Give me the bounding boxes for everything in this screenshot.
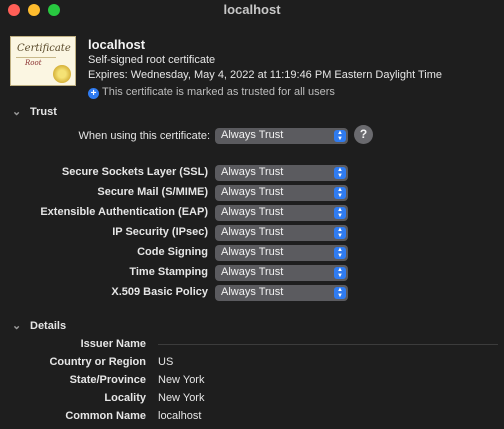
- detail-value: US: [158, 356, 174, 368]
- detail-value: localhost: [158, 410, 202, 422]
- trust-label: Time Stamping: [129, 266, 208, 278]
- up-down-arrows-icon: ▲ ▼: [334, 247, 346, 259]
- title-bar: localhost: [0, 0, 504, 18]
- trusted-note: + This certificate is marked as trusted f…: [88, 86, 335, 99]
- chevron-down-icon: ⌄: [12, 106, 22, 118]
- trust-popup[interactable]: Always Trust ▲ ▼: [215, 225, 348, 241]
- plus-circle-icon: +: [88, 88, 99, 99]
- up-down-arrows-icon: ▲ ▼: [334, 287, 346, 299]
- help-button[interactable]: ?: [354, 125, 373, 144]
- detail-label: Country or Region: [49, 356, 146, 368]
- detail-label: Locality: [104, 392, 146, 404]
- detail-label: State/Province: [69, 374, 146, 386]
- trust-label: Code Signing: [137, 246, 208, 258]
- when-using-popup[interactable]: Always Trust ▲ ▼: [215, 128, 348, 144]
- window-title: localhost: [223, 2, 281, 17]
- trust-popup[interactable]: Always Trust ▲ ▼: [215, 285, 348, 301]
- detail-label: Issuer Name: [80, 338, 146, 350]
- trust-popup[interactable]: Always Trust ▲ ▼: [215, 205, 348, 221]
- details-divider: [158, 344, 498, 345]
- certificate-name: localhost: [88, 37, 146, 52]
- up-down-arrows-icon: ▲ ▼: [334, 130, 346, 142]
- trust-label: Secure Mail (S/MIME): [97, 186, 208, 198]
- when-using-label: When using this certificate:: [78, 130, 210, 142]
- chevron-down-icon: ⌄: [12, 320, 22, 332]
- up-down-arrows-icon: ▲ ▼: [334, 167, 346, 179]
- details-section-toggle[interactable]: ⌄ Details: [12, 319, 66, 332]
- trust-popup[interactable]: Always Trust ▲ ▼: [215, 265, 348, 281]
- up-down-arrows-icon: ▲ ▼: [334, 227, 346, 239]
- trust-label: Secure Sockets Layer (SSL): [61, 166, 208, 178]
- detail-value: New York: [158, 392, 205, 404]
- trust-label: IP Security (IPsec): [112, 226, 208, 238]
- certificate-icon: Certificate Root: [10, 36, 76, 86]
- expiration-date: Expires: Wednesday, May 4, 2022 at 11:19…: [88, 69, 443, 81]
- seal-icon: [53, 65, 71, 83]
- trust-popup[interactable]: Always Trust ▲ ▼: [215, 245, 348, 261]
- up-down-arrows-icon: ▲ ▼: [334, 207, 346, 219]
- trust-section-toggle[interactable]: ⌄ Trust: [12, 105, 57, 118]
- details-section-label: Details: [30, 320, 67, 332]
- trusted-note-text: This certificate is marked as trusted fo…: [102, 86, 335, 98]
- trust-popup[interactable]: Always Trust ▲ ▼: [215, 185, 348, 201]
- detail-label: Common Name: [65, 410, 146, 422]
- up-down-arrows-icon: ▲ ▼: [334, 187, 346, 199]
- detail-value: New York: [158, 374, 205, 386]
- trust-popup[interactable]: Always Trust ▲ ▼: [215, 165, 348, 181]
- trust-section-label: Trust: [30, 106, 57, 118]
- trust-label: X.509 Basic Policy: [111, 286, 208, 298]
- certificate-type: Self-signed root certificate: [88, 54, 216, 66]
- trust-label: Extensible Authentication (EAP): [40, 206, 208, 218]
- up-down-arrows-icon: ▲ ▼: [334, 267, 346, 279]
